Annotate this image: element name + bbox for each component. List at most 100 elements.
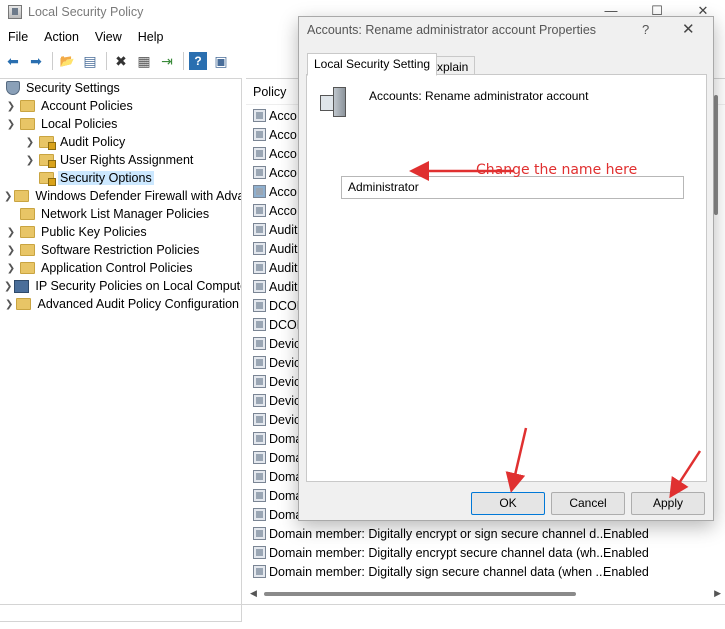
folder-icon: [16, 298, 32, 310]
tree-item-label: Audit Policy: [60, 135, 126, 149]
export-list-icon[interactable]: ⇥: [158, 52, 176, 70]
table-row[interactable]: Audit: [246, 277, 298, 296]
chevron-right-icon[interactable]: ❯: [4, 227, 18, 238]
scroll-right-icon[interactable]: ▶: [714, 588, 721, 599]
table-row[interactable]: Devic: [246, 391, 300, 410]
folder-icon: [14, 190, 30, 202]
policy-icon: [253, 242, 266, 255]
table-row[interactable]: Acco: [246, 106, 297, 125]
table-row[interactable]: Doma: [246, 505, 302, 524]
policy-icon: [253, 508, 266, 521]
table-row[interactable]: Acco: [246, 163, 297, 182]
table-row[interactable]: Devic: [246, 410, 300, 429]
folder-lock-icon: [39, 154, 56, 168]
chevron-right-icon[interactable]: ❯: [23, 155, 37, 166]
table-row[interactable]: Acco: [246, 201, 297, 220]
table-row[interactable]: Doma: [246, 429, 302, 448]
menu-bar: File Action View Help: [0, 27, 172, 47]
menu-view[interactable]: View: [87, 27, 130, 47]
tree-item-application-control[interactable]: ❯ Application Control Policies: [0, 259, 241, 277]
tree-item-audit-policy[interactable]: ❯ Audit Policy: [0, 133, 241, 151]
show-console-icon[interactable]: ▣: [212, 52, 230, 70]
menu-action[interactable]: Action: [36, 27, 87, 47]
tree-item-label: Local Policies: [41, 117, 118, 131]
chevron-right-icon[interactable]: ❯: [4, 191, 12, 202]
show-hide-tree-icon[interactable]: ▤: [81, 52, 99, 70]
table-row[interactable]: Devic: [246, 353, 300, 372]
policy-name: Audit: [269, 222, 298, 237]
chevron-right-icon[interactable]: ❯: [4, 263, 18, 274]
account-name-input[interactable]: Administrator: [341, 176, 684, 199]
table-row[interactable]: Audit: [246, 258, 298, 277]
computer-policy-icon: [320, 87, 346, 117]
table-row[interactable]: Audit: [246, 220, 298, 239]
table-row[interactable]: Doma: [246, 486, 302, 505]
folder-icon: [20, 100, 35, 112]
scrollbar-thumb[interactable]: [264, 592, 576, 596]
chevron-right-icon[interactable]: ❯: [23, 137, 37, 148]
help-icon[interactable]: ?: [189, 52, 207, 70]
table-row[interactable]: Devic: [246, 372, 300, 391]
delete-icon[interactable]: ✖: [112, 52, 130, 70]
policy-name: Acco: [269, 127, 297, 142]
back-icon[interactable]: ⬅: [4, 52, 22, 70]
dialog-help-button[interactable]: ?: [642, 22, 649, 37]
policy-icon: [253, 413, 266, 426]
tree-item-account-policies[interactable]: ❯ Account Policies: [0, 97, 241, 115]
tree-item-label: IP Security Policies on Local Compute: [35, 279, 242, 293]
table-row[interactable]: Doma: [246, 448, 302, 467]
tree-item-label: Public Key Policies: [41, 225, 147, 239]
folder-icon: [20, 208, 35, 220]
properties-icon[interactable]: ▦: [135, 52, 153, 70]
tree-item-label: Software Restriction Policies: [41, 243, 200, 257]
apply-button[interactable]: Apply: [631, 492, 705, 515]
table-row[interactable]: Acco: [246, 144, 297, 163]
vertical-scrollbar[interactable]: [714, 95, 718, 215]
scroll-left-icon[interactable]: ◀: [250, 588, 257, 599]
menu-help[interactable]: Help: [130, 27, 172, 47]
table-row[interactable]: Acco: [246, 125, 297, 144]
table-row[interactable]: Devic: [246, 334, 300, 353]
tree-item-security-options[interactable]: Security Options: [0, 169, 241, 187]
menu-file[interactable]: File: [0, 27, 36, 47]
cancel-button[interactable]: Cancel: [551, 492, 625, 515]
chevron-right-icon[interactable]: ❯: [4, 101, 18, 112]
security-policy-app-icon: [8, 5, 22, 19]
policy-icon: [253, 128, 266, 141]
tree-item-software-restriction[interactable]: ❯ Software Restriction Policies: [0, 241, 241, 259]
chevron-down-icon[interactable]: ❯: [4, 119, 18, 130]
toolbar-separator: [52, 52, 53, 70]
policy-name: Audit: [269, 241, 298, 256]
tree-item-label: Windows Defender Firewall with Adva: [35, 189, 242, 203]
window-title: Local Security Policy: [28, 5, 144, 19]
policy-name: Acco: [269, 108, 297, 123]
table-row[interactable]: Audit: [246, 239, 298, 258]
chevron-right-icon[interactable]: ❯: [4, 245, 18, 256]
table-row[interactable]: Domain member: Digitally sign secure cha…: [246, 562, 649, 581]
table-row[interactable]: Acco: [246, 182, 297, 201]
table-row[interactable]: Domain member: Digitally encrypt or sign…: [246, 524, 649, 543]
up-folder-icon[interactable]: 📂: [58, 52, 76, 70]
policy-name: Audit: [269, 260, 298, 275]
horizontal-scrollbar[interactable]: ◀ ▶: [246, 588, 725, 602]
chevron-right-icon[interactable]: ❯: [4, 299, 14, 310]
tree-item-public-key-policies[interactable]: ❯ Public Key Policies: [0, 223, 241, 241]
tab-local-security-setting[interactable]: Local Security Setting: [307, 53, 438, 76]
tree-item-user-rights-assignment[interactable]: ❯ User Rights Assignment: [0, 151, 241, 169]
tree-item-advanced-audit[interactable]: ❯ Advanced Audit Policy Configuration: [0, 295, 241, 313]
tree-item-windows-defender-firewall[interactable]: ❯ Windows Defender Firewall with Adva: [0, 187, 241, 205]
table-row[interactable]: Doma: [246, 467, 302, 486]
security-setting: Enabled: [603, 545, 649, 560]
chevron-right-icon[interactable]: ❯: [4, 281, 12, 292]
tree-item-local-policies[interactable]: ❯ Local Policies: [0, 115, 241, 133]
ok-button[interactable]: OK: [471, 492, 545, 515]
tree-item-ip-security[interactable]: ❯ IP Security Policies on Local Compute: [0, 277, 241, 295]
tree-pane: Security Settings ❯ Account Policies ❯ L…: [0, 78, 242, 622]
dialog-close-button[interactable]: ✕: [682, 20, 695, 38]
tree-item-network-list-manager[interactable]: Network List Manager Policies: [0, 205, 241, 223]
forward-icon[interactable]: ➡: [27, 52, 45, 70]
policy-name: Devic: [269, 393, 301, 408]
table-row[interactable]: Domain member: Digitally encrypt secure …: [246, 543, 649, 562]
tree-root[interactable]: Security Settings: [0, 79, 241, 97]
policy-icon: [253, 527, 266, 540]
